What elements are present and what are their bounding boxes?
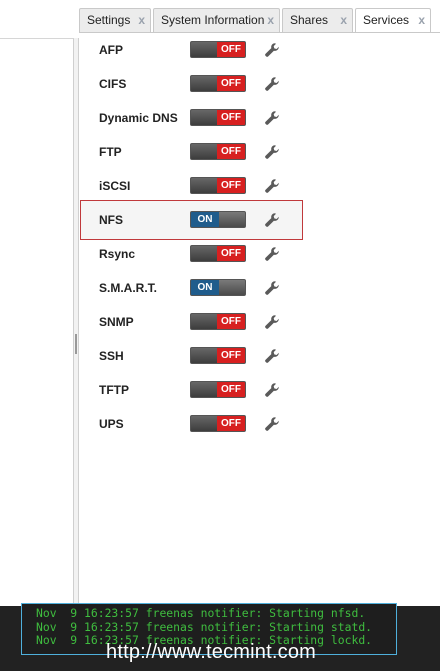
service-label: AFP <box>99 43 123 57</box>
toggle-knob <box>191 416 219 431</box>
service-row: SNMP OFF <box>79 305 440 339</box>
service-row: SSH OFF <box>79 339 440 373</box>
close-icon[interactable]: x <box>340 9 347 31</box>
service-toggle[interactable]: OFF <box>190 347 246 364</box>
console-line: Nov 9 16:23:57 freenas notifier: Startin… <box>36 606 366 620</box>
service-toggle[interactable]: OFF <box>190 415 246 432</box>
wrench-icon[interactable] <box>264 212 280 228</box>
wrench-icon[interactable] <box>264 110 280 126</box>
toggle-state: ON <box>191 212 219 227</box>
toggle-knob <box>191 178 219 193</box>
toggle-knob <box>191 382 219 397</box>
toggle-knob <box>217 280 245 295</box>
toggle-state: OFF <box>217 348 245 363</box>
close-icon[interactable]: x <box>418 9 425 31</box>
tab-services[interactable]: Services x <box>355 8 431 34</box>
wrench-icon[interactable] <box>264 42 280 58</box>
service-toggle[interactable]: OFF <box>190 75 246 92</box>
toggle-knob <box>191 314 219 329</box>
toggle-knob <box>191 246 219 261</box>
service-row: AFP OFF <box>79 33 440 67</box>
toggle-knob <box>191 76 219 91</box>
console-line: Nov 9 16:23:57 freenas notifier: Startin… <box>36 619 373 634</box>
services-panel: AFP OFF CIFS OFF Dynamic DNS OFF FTP OFF iSCSI OF… <box>79 32 440 606</box>
toggle-knob <box>191 144 219 159</box>
service-row: TFTP OFF <box>79 373 440 407</box>
toggle-state: OFF <box>217 110 245 125</box>
toggle-knob <box>191 348 219 363</box>
service-row: iSCSI OFF <box>79 169 440 203</box>
tab-settings[interactable]: Settings x <box>79 8 151 33</box>
wrench-icon[interactable] <box>264 348 280 364</box>
tab-label: Services <box>363 13 410 27</box>
tab-label: Shares <box>290 13 329 27</box>
toggle-state: OFF <box>217 76 245 91</box>
service-label: CIFS <box>99 77 127 91</box>
tab-system-information[interactable]: System Information x <box>153 8 280 33</box>
service-toggle[interactable]: OFF <box>190 109 246 126</box>
tab-label: Settings <box>87 13 131 27</box>
splitter-grip-icon[interactable] <box>75 334 77 354</box>
service-toggle[interactable]: OFF <box>190 143 246 160</box>
service-toggle[interactable]: ON <box>190 211 246 228</box>
service-row: CIFS OFF <box>79 67 440 101</box>
toggle-state: OFF <box>217 144 245 159</box>
service-label: SNMP <box>99 315 134 329</box>
service-toggle[interactable]: OFF <box>190 245 246 262</box>
service-label: SSH <box>99 349 124 363</box>
service-label: FTP <box>99 145 122 159</box>
wrench-icon[interactable] <box>264 178 280 194</box>
service-row: UPS OFF <box>79 407 440 441</box>
toggle-state: OFF <box>217 314 245 329</box>
watermark: http://www.tecmint.com <box>106 641 317 663</box>
service-row: NFS ON <box>79 203 440 237</box>
tab-shares[interactable]: Shares x <box>282 8 353 33</box>
service-row: S.M.A.R.T. ON <box>79 271 440 305</box>
service-label: Rsync <box>99 247 136 261</box>
wrench-icon[interactable] <box>264 416 280 432</box>
service-label: S.M.A.R.T. <box>99 281 158 295</box>
close-icon[interactable]: x <box>267 9 274 31</box>
wrench-icon[interactable] <box>264 144 280 160</box>
service-toggle[interactable]: ON <box>190 279 246 296</box>
service-row: Rsync OFF <box>79 237 440 271</box>
service-row: FTP OFF <box>79 135 440 169</box>
toggle-state: OFF <box>217 178 245 193</box>
wrench-icon[interactable] <box>264 314 280 330</box>
service-toggle[interactable]: OFF <box>190 177 246 194</box>
service-label: Dynamic DNS <box>99 111 178 125</box>
service-row: Dynamic DNS OFF <box>79 101 440 135</box>
service-label: NFS <box>99 213 123 227</box>
toggle-state: OFF <box>217 416 245 431</box>
wrench-icon[interactable] <box>264 76 280 92</box>
left-pane <box>0 38 74 606</box>
close-icon[interactable]: x <box>138 9 145 31</box>
toggle-knob <box>217 212 245 227</box>
toggle-state: ON <box>191 280 219 295</box>
service-label: TFTP <box>99 383 129 397</box>
toggle-knob <box>191 110 219 125</box>
service-toggle[interactable]: OFF <box>190 313 246 330</box>
wrench-icon[interactable] <box>264 246 280 262</box>
service-toggle[interactable]: OFF <box>190 381 246 398</box>
wrench-icon[interactable] <box>264 280 280 296</box>
tab-bar: Settings x System Information x Shares x… <box>79 0 440 34</box>
tab-label: System Information <box>161 13 265 27</box>
toggle-knob <box>191 42 219 57</box>
toggle-state: OFF <box>217 246 245 261</box>
service-label: iSCSI <box>99 179 131 193</box>
service-label: UPS <box>99 417 124 431</box>
toggle-state: OFF <box>217 382 245 397</box>
service-toggle[interactable]: OFF <box>190 41 246 58</box>
wrench-icon[interactable] <box>264 382 280 398</box>
toggle-state: OFF <box>217 42 245 57</box>
